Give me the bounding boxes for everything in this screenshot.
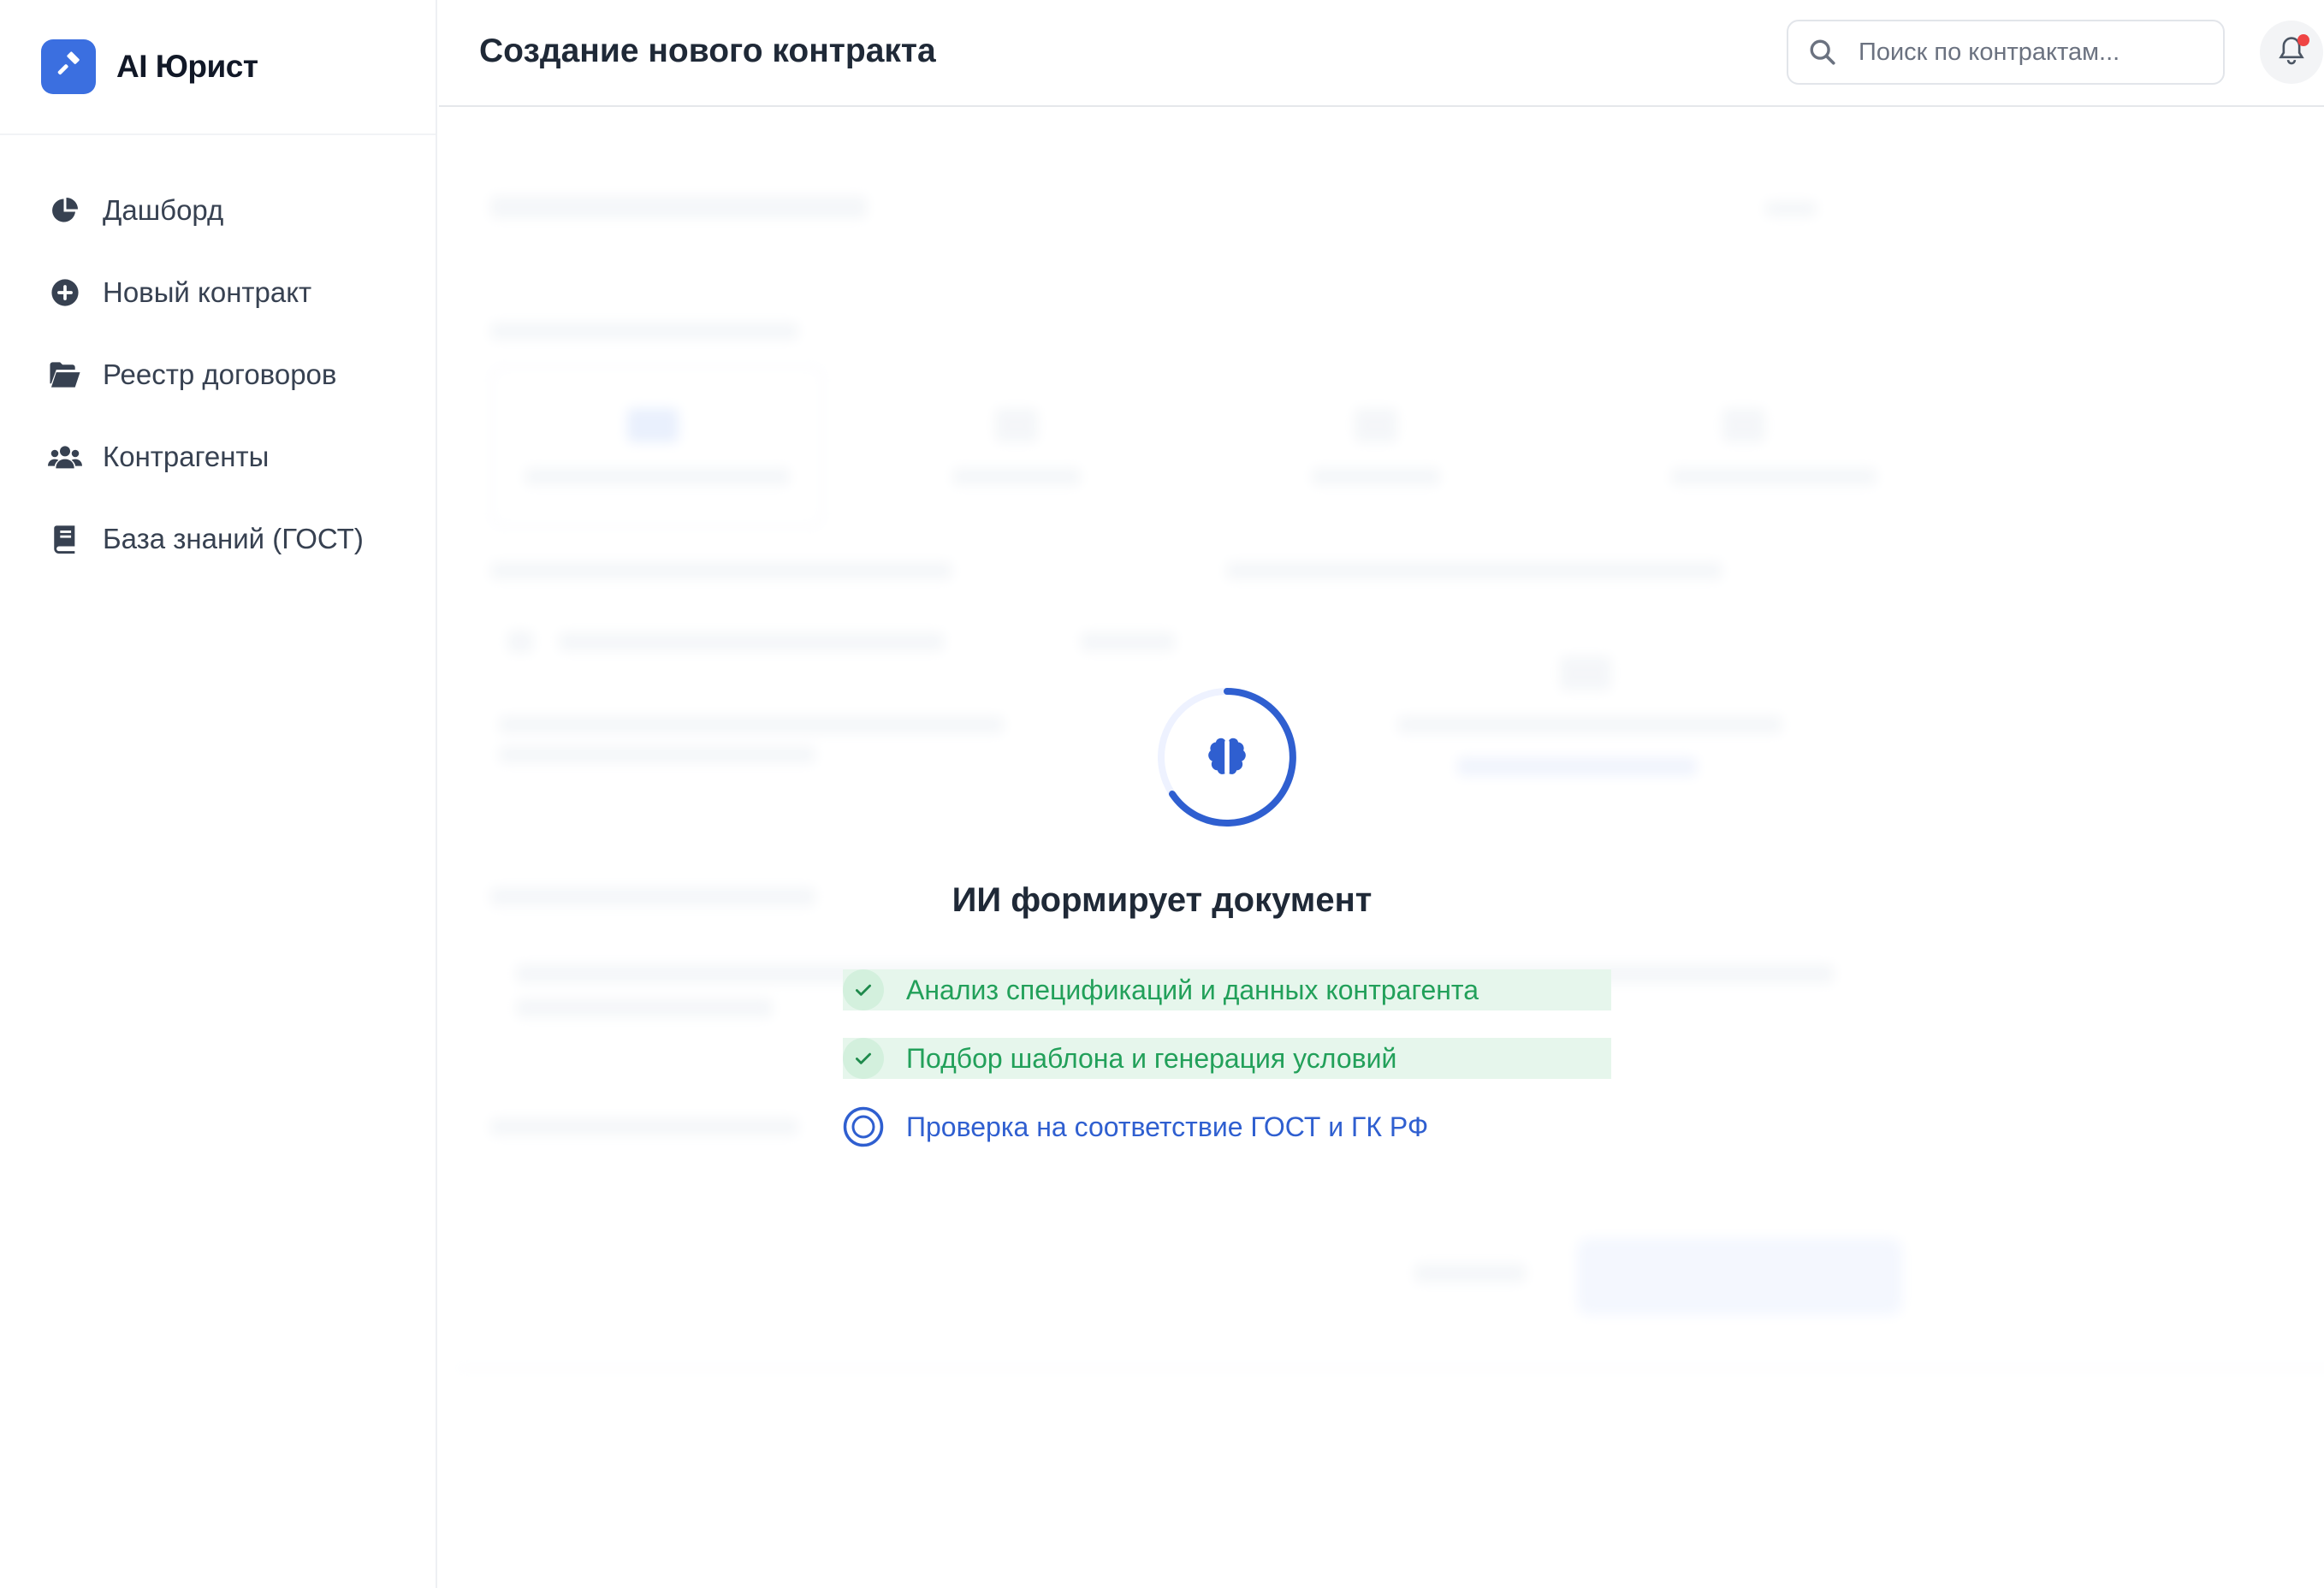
book-icon bbox=[48, 522, 82, 556]
progress-step-analysis: Анализ спецификаций и данных контрагента bbox=[843, 969, 1611, 1010]
progress-steps: Анализ спецификаций и данных контрагента… bbox=[843, 969, 1611, 1175]
overlay-title: ИИ формирует документ bbox=[952, 881, 1372, 919]
sidebar-item-label: Реестр договоров bbox=[103, 358, 337, 390]
users-icon bbox=[48, 440, 82, 474]
progress-step-compliance: Проверка на соответствие ГОСТ и ГК РФ bbox=[843, 1106, 1611, 1147]
notification-badge bbox=[2297, 34, 2309, 46]
search-input[interactable] bbox=[1859, 38, 2201, 67]
progress-step-template: Подбор шаблона и генерация условий bbox=[843, 1038, 1611, 1079]
sidebar-item-label: Новый контракт bbox=[103, 276, 312, 308]
app-root: AI Юрист Дашборд Новый контракт Реестр д… bbox=[0, 0, 2324, 1588]
gavel-icon bbox=[41, 39, 96, 94]
step-label: Анализ спецификаций и данных контрагента bbox=[906, 974, 1479, 1005]
pie-chart-icon bbox=[48, 193, 82, 228]
check-icon bbox=[843, 969, 884, 1010]
ai-progress-overlay bbox=[439, 109, 2324, 1588]
search-box[interactable] bbox=[1787, 20, 2225, 85]
in-progress-icon bbox=[843, 1106, 884, 1147]
brand[interactable]: AI Юрист bbox=[0, 0, 436, 135]
sidebar-item-counterparties[interactable]: Контрагенты bbox=[0, 416, 436, 498]
sidebar-nav: Дашборд Новый контракт Реестр договоров … bbox=[0, 135, 436, 580]
step-label: Подбор шаблона и генерация условий bbox=[906, 1042, 1397, 1074]
sidebar-item-label: Дашборд bbox=[103, 194, 224, 226]
sidebar: AI Юрист Дашборд Новый контракт Реестр д… bbox=[0, 0, 437, 1588]
brand-name: AI Юрист bbox=[116, 49, 258, 84]
top-header: Создание нового контракта bbox=[439, 0, 2324, 107]
sidebar-item-registry[interactable]: Реестр договоров bbox=[0, 334, 436, 416]
search-icon bbox=[1805, 35, 1840, 69]
sidebar-item-dashboard[interactable]: Дашборд bbox=[0, 169, 436, 252]
sidebar-item-knowledge-base[interactable]: База знаний (ГОСТ) bbox=[0, 498, 436, 580]
step-label: Проверка на соответствие ГОСТ и ГК РФ bbox=[906, 1111, 1429, 1142]
brain-icon bbox=[1203, 733, 1251, 781]
sidebar-item-label: База знаний (ГОСТ) bbox=[103, 523, 364, 554]
notifications-button[interactable] bbox=[2260, 21, 2323, 84]
check-icon bbox=[843, 1038, 884, 1079]
loading-spinner bbox=[1157, 687, 1297, 827]
sidebar-item-new-contract[interactable]: Новый контракт bbox=[0, 252, 436, 334]
plus-circle-icon bbox=[48, 276, 82, 310]
sidebar-item-label: Контрагенты bbox=[103, 441, 270, 472]
folder-open-icon bbox=[48, 358, 82, 392]
page-title: Создание нового контракта bbox=[479, 33, 936, 69]
